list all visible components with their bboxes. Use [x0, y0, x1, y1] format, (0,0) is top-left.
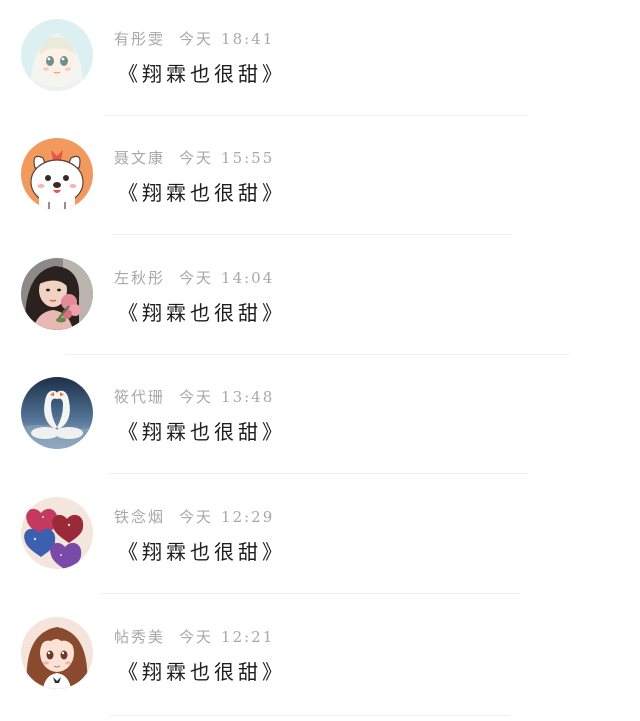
- comment-meta: 筱代珊 今天 13:48: [114, 386, 274, 407]
- divider: [112, 234, 512, 235]
- anime-girl-white-hood-avatar[interactable]: [21, 19, 93, 91]
- comment-text: 《翔霖也很甜》: [118, 62, 286, 86]
- glitter-hearts-avatar[interactable]: [21, 497, 93, 569]
- comment-meta: 帖秀美 今天 12:21: [114, 626, 274, 647]
- divider: [66, 354, 570, 355]
- comment-item[interactable]: 左秋彤 今天 14:04 《翔霖也很甜》: [0, 239, 640, 358]
- timestamp-day: 今天: [179, 149, 214, 167]
- comment-item[interactable]: 筱代珊 今天 13:48 《翔霖也很甜》: [0, 358, 640, 477]
- comment-meta: 聂文康 今天 15:55: [114, 147, 274, 168]
- comment-text: 《翔霖也很甜》: [118, 660, 286, 684]
- timestamp-time: 15:55: [221, 149, 275, 167]
- comment-text: 《翔霖也很甜》: [118, 420, 286, 444]
- timestamp-day: 今天: [179, 388, 214, 406]
- username[interactable]: 铁念烟: [114, 508, 165, 526]
- timestamp-time: 13:48: [221, 388, 275, 406]
- divider: [100, 593, 520, 594]
- comment-item[interactable]: 帖秀美 今天 12:21 《翔霖也很甜》: [0, 598, 640, 717]
- divider: [108, 473, 528, 474]
- timestamp-day: 今天: [179, 30, 214, 48]
- cartoon-dog-avatar[interactable]: [21, 138, 93, 210]
- timestamp-day: 今天: [179, 269, 214, 287]
- comment-text: 《翔霖也很甜》: [118, 540, 286, 564]
- timestamp-time: 18:41: [221, 30, 275, 48]
- comment-item[interactable]: 铁念烟 今天 12:29 《翔霖也很甜》: [0, 478, 640, 597]
- username[interactable]: 聂文康: [114, 149, 165, 167]
- comment-meta: 铁念烟 今天 12:29: [114, 506, 274, 527]
- username[interactable]: 帖秀美: [114, 628, 165, 646]
- swans-heart-avatar[interactable]: [21, 377, 93, 449]
- timestamp-day: 今天: [179, 508, 214, 526]
- comment-item[interactable]: 聂文康 今天 15:55 《翔霖也很甜》: [0, 119, 640, 238]
- girl-with-roses-avatar[interactable]: [21, 258, 93, 330]
- comment-meta: 有彤雯 今天 18:41: [114, 28, 274, 49]
- divider: [104, 115, 528, 116]
- timestamp-day: 今天: [179, 628, 214, 646]
- username[interactable]: 有彤雯: [114, 30, 165, 48]
- comment-text: 《翔霖也很甜》: [118, 301, 286, 325]
- divider: [110, 715, 510, 716]
- comment-text: 《翔霖也很甜》: [118, 181, 286, 205]
- timestamp-time: 12:21: [221, 628, 275, 646]
- username[interactable]: 左秋彤: [114, 269, 165, 287]
- comment-item[interactable]: 有彤雯 今天 18:41 《翔霖也很甜》: [0, 0, 640, 119]
- anime-girl-brown-hair-avatar[interactable]: [21, 617, 93, 689]
- comment-list: 有彤雯 今天 18:41 《翔霖也很甜》 聂文康 今天 15:55 《翔霖也很甜…: [0, 0, 640, 721]
- username[interactable]: 筱代珊: [114, 388, 165, 406]
- timestamp-time: 12:29: [221, 508, 275, 526]
- comment-meta: 左秋彤 今天 14:04: [114, 267, 274, 288]
- timestamp-time: 14:04: [221, 269, 275, 287]
